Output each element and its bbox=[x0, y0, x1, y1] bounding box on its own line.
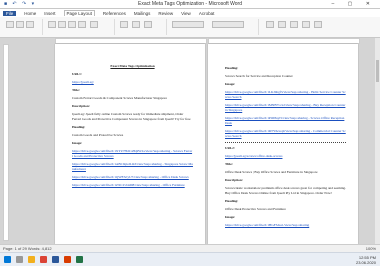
file-explorer-icon[interactable] bbox=[28, 256, 35, 263]
fonts-icon[interactable] bbox=[26, 21, 34, 28]
ribbon-group-page-background bbox=[116, 19, 167, 35]
heading-value: Office Desk Protective Screws and Furnit… bbox=[225, 207, 286, 211]
breaks-icon[interactable] bbox=[90, 21, 98, 28]
ribbon-group-page-setup bbox=[44, 19, 115, 35]
image-link[interactable]: https://drive.google.com/file/d/1QWE5rty… bbox=[72, 175, 193, 180]
tab-file[interactable]: File bbox=[3, 10, 17, 16]
url-link[interactable]: https://jpeeli.sg/screws/office-desk-scr… bbox=[225, 154, 346, 159]
columns-icon[interactable] bbox=[78, 21, 86, 28]
start-icon[interactable] bbox=[4, 256, 11, 263]
window-title: Exact Meta Tags Optimization - Microsoft… bbox=[137, 1, 243, 7]
tab-acrobat[interactable]: Acrobat bbox=[199, 11, 215, 16]
tab-insert[interactable]: Insert bbox=[44, 11, 55, 16]
taskbar: 12:55 PM 23.06.2020 bbox=[0, 252, 380, 266]
image-link[interactable]: https://drive.google.com/file/d/1RTY6ewq… bbox=[225, 129, 346, 139]
description-label: Description: bbox=[72, 104, 90, 108]
image-label: Image: bbox=[72, 141, 83, 145]
bring-forward-icon[interactable] bbox=[290, 21, 298, 28]
chrome-icon[interactable] bbox=[40, 256, 47, 263]
status-bar: Page: 1 of 29 Words: 4,812 100% bbox=[0, 244, 380, 252]
title-label: Title: bbox=[225, 162, 233, 166]
vertical-ruler[interactable] bbox=[3, 44, 9, 241]
page-borders-icon[interactable] bbox=[144, 21, 152, 28]
document-title: Exact Meta Tags Optimization bbox=[110, 64, 155, 68]
image-link[interactable]: https://drive.google.com/file/d/1HGF3dsa… bbox=[225, 223, 346, 228]
size-icon[interactable] bbox=[68, 21, 76, 28]
align-icon[interactable] bbox=[314, 21, 322, 28]
spacing-field[interactable] bbox=[212, 21, 244, 28]
image-link[interactable]: https://drive.google.com/file/d/1XYZ7HdC… bbox=[72, 149, 193, 159]
heading-label: Heading: bbox=[225, 66, 239, 70]
title-value: Custom Ferrari Goods & Component Screws … bbox=[72, 96, 168, 100]
document-page-left[interactable]: Exact Meta Tags Optimization URL1: https… bbox=[55, 44, 205, 244]
title-label: Title: bbox=[72, 88, 80, 92]
title-value: Office Desk Screws | Buy Office Screws a… bbox=[225, 170, 318, 174]
heading-value: Screws Search for Service and Reception … bbox=[225, 74, 293, 78]
watermark-icon[interactable] bbox=[120, 21, 128, 28]
clock-date: 23.06.2020 bbox=[355, 260, 376, 265]
image-label: Image: bbox=[225, 215, 236, 219]
section-divider bbox=[225, 142, 346, 143]
tab-mailings[interactable]: Mailings bbox=[134, 11, 151, 16]
ribbon-group-arrange bbox=[260, 19, 376, 35]
system-tray[interactable]: 12:55 PM 23.06.2020 bbox=[356, 255, 376, 265]
window-titlebar: ■ ↶ ↷ ▾ Exact Meta Tags Optimization - M… bbox=[0, 0, 380, 9]
zoom-level[interactable]: 100% bbox=[366, 246, 376, 251]
document-page-right[interactable]: Heading: Screws Search for Service and R… bbox=[208, 44, 358, 244]
url-label: URL1: bbox=[72, 72, 82, 76]
ribbon-group-themes bbox=[2, 19, 43, 35]
image-label: Image: bbox=[225, 82, 236, 86]
description-label: Description: bbox=[225, 178, 243, 182]
status-page-info[interactable]: Page: 1 of 29 Words: 4,812 bbox=[3, 246, 52, 251]
colors-icon[interactable] bbox=[16, 21, 24, 28]
powerpoint-icon[interactable] bbox=[64, 256, 71, 263]
ribbon bbox=[0, 17, 380, 38]
indent-field[interactable] bbox=[172, 21, 204, 28]
position-icon[interactable] bbox=[266, 21, 274, 28]
image-link[interactable]: https://drive.google.com/file/d/1POI8uyt… bbox=[225, 116, 346, 126]
image-link[interactable]: https://drive.google.com/file/d/1LKJ4hgf… bbox=[225, 90, 346, 100]
word-icon[interactable] bbox=[52, 256, 59, 263]
margins-icon[interactable] bbox=[48, 21, 56, 28]
url-label: URL2: bbox=[225, 146, 235, 150]
ribbon-tabs: File Home Insert Page Layout References … bbox=[0, 9, 380, 17]
ribbon-group-paragraph bbox=[168, 19, 259, 35]
send-backward-icon[interactable] bbox=[302, 21, 310, 28]
url-link[interactable]: https://jpeeli.sg/ bbox=[72, 80, 193, 85]
orientation-icon[interactable] bbox=[58, 21, 66, 28]
excel-icon[interactable] bbox=[76, 256, 83, 263]
heading-label: Heading: bbox=[225, 199, 239, 203]
description-value: Jpeeli.sg/ Jpeeli fully online Custom Sc… bbox=[72, 112, 191, 121]
image-link[interactable]: https://drive.google.com/file/d/1ABC9qkd… bbox=[72, 162, 193, 172]
tab-references[interactable]: References bbox=[103, 11, 126, 16]
tab-page-layout[interactable]: Page Layout bbox=[63, 10, 95, 16]
description-value: Screws/desk/ workstation/ premium office… bbox=[225, 186, 346, 195]
tab-view[interactable]: View bbox=[181, 11, 191, 16]
search-icon[interactable] bbox=[16, 256, 23, 263]
scrollbar-thumb[interactable] bbox=[376, 60, 379, 82]
themes-icon[interactable] bbox=[6, 21, 14, 28]
page-color-icon[interactable] bbox=[132, 21, 140, 28]
heading-value: Custom Goods and Protective Screws bbox=[72, 133, 124, 137]
window-controls[interactable]: – ▢ ✕ bbox=[332, 1, 376, 7]
wrap-text-icon[interactable] bbox=[278, 21, 286, 28]
heading-label: Heading: bbox=[72, 125, 86, 129]
image-link[interactable]: https://drive.google.com/file/d/1MNB7vcx… bbox=[225, 103, 346, 113]
tab-home[interactable]: Home bbox=[24, 11, 36, 16]
image-link[interactable]: https://drive.google.com/file/d/1ZXC2vbn… bbox=[72, 183, 193, 188]
tab-review[interactable]: Review bbox=[158, 11, 173, 16]
